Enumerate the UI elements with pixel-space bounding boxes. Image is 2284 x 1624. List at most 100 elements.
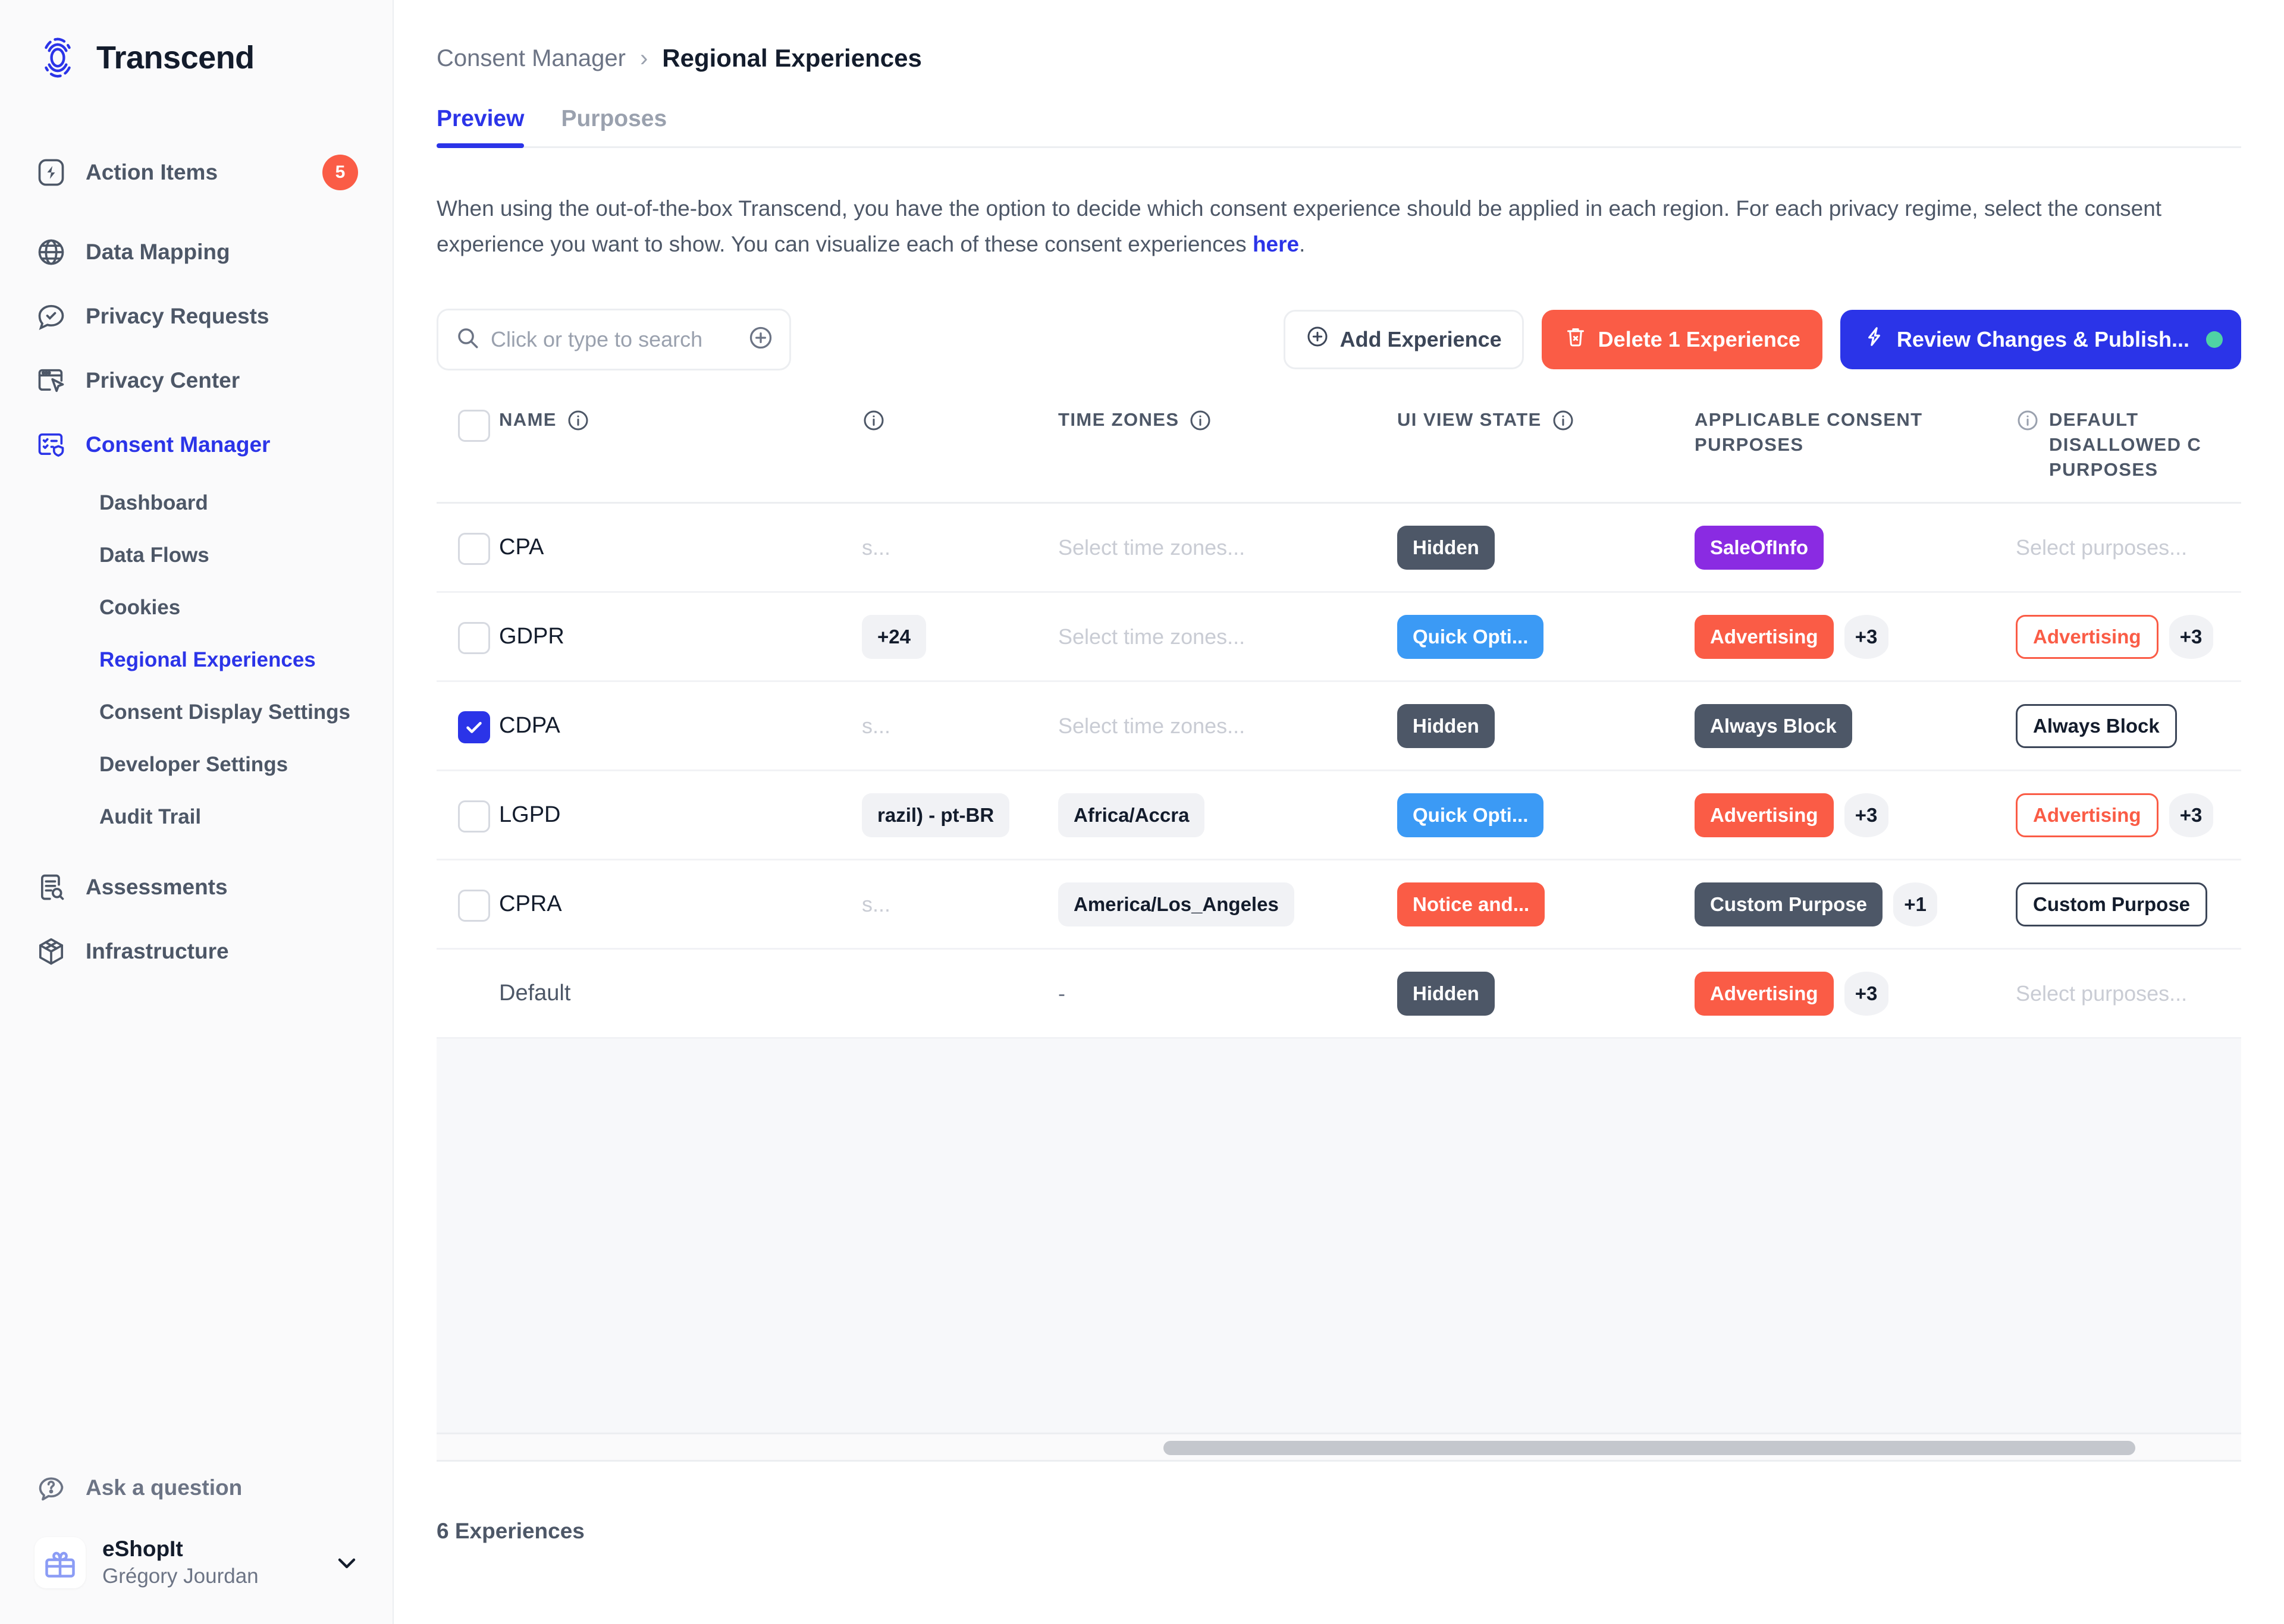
- cell-ui-view-state[interactable]: Hidden: [1397, 526, 1695, 570]
- sidebar-item-assessments[interactable]: Assessments: [0, 855, 393, 919]
- column-header-label: NAME: [499, 407, 557, 432]
- cell-default-disallowed-purposes[interactable]: Advertising +3: [2016, 793, 2241, 837]
- cell-ui-view-state[interactable]: Quick Opti...: [1397, 793, 1695, 837]
- cell-time-zones[interactable]: America/Los_Angeles: [1058, 882, 1397, 926]
- cell-name: GDPR: [499, 624, 862, 649]
- cell-name: LGPD: [499, 802, 862, 828]
- cell-applicable-consent-purposes[interactable]: Always Block: [1695, 704, 2016, 748]
- table-row[interactable]: CPA s... Select time zones... Hidden Sal…: [437, 504, 2241, 593]
- tab-preview[interactable]: Preview: [437, 106, 524, 146]
- cell-time-zones[interactable]: Africa/Accra: [1058, 793, 1397, 837]
- disallowed-purpose-chip: Advertising: [2016, 615, 2158, 659]
- sidebar-item-label: Data Mapping: [86, 240, 230, 265]
- table-row[interactable]: Default - Hidden Advertising +3 Select p…: [437, 950, 2241, 1039]
- cell-applicable-consent-purposes[interactable]: Custom Purpose +1: [1695, 882, 2016, 926]
- cell-ui-view-state[interactable]: Hidden: [1397, 704, 1695, 748]
- sidebar-subitem-label: Data Flows: [99, 544, 209, 567]
- chevron-down-icon[interactable]: [331, 1547, 363, 1579]
- sidebar-item-consent-display-settings[interactable]: Consent Display Settings: [0, 686, 393, 739]
- info-icon[interactable]: [1188, 409, 1212, 432]
- sidebar-spacer: [0, 984, 393, 1457]
- table-row[interactable]: GDPR +24 Select time zones... Quick Opti…: [437, 593, 2241, 682]
- cell-languages[interactable]: s...: [862, 714, 1058, 739]
- cell-languages[interactable]: s...: [862, 535, 1058, 560]
- cell-applicable-consent-purposes[interactable]: Advertising +3: [1695, 972, 2016, 1016]
- cell-default-disallowed-purposes[interactable]: Select purposes...: [2016, 535, 2241, 560]
- cell-time-zones[interactable]: Select time zones...: [1058, 624, 1397, 649]
- table-horizontal-scrollbar[interactable]: [437, 1434, 2241, 1462]
- cell-languages[interactable]: s...: [862, 892, 1058, 917]
- table-row[interactable]: LGPD razil) - pt-BR Africa/Accra Quick O…: [437, 771, 2241, 860]
- cell-languages[interactable]: +24: [862, 615, 1058, 659]
- cell-default-disallowed-purposes[interactable]: Custom Purpose: [2016, 882, 2241, 926]
- delete-experience-button[interactable]: Delete 1 Experience: [1542, 310, 1822, 369]
- sidebar-item-cookies[interactable]: Cookies: [0, 582, 393, 634]
- scrollbar-thumb[interactable]: [1163, 1441, 2135, 1455]
- row-select-cell: [437, 887, 499, 922]
- disallowed-overflow-chip: +3: [2169, 793, 2213, 837]
- review-changes-publish-button[interactable]: Review Changes & Publish...: [1840, 310, 2241, 369]
- cell-time-zones[interactable]: Select time zones...: [1058, 535, 1397, 560]
- cell-applicable-consent-purposes[interactable]: Advertising +3: [1695, 793, 2016, 837]
- sidebar-item-audit-trail[interactable]: Audit Trail: [0, 791, 393, 843]
- sidebar-item-data-mapping[interactable]: Data Mapping: [0, 220, 393, 284]
- row-checkbox[interactable]: [458, 622, 490, 654]
- cell-ui-view-state[interactable]: Hidden: [1397, 972, 1695, 1016]
- sidebar-item-consent-manager[interactable]: Consent Manager: [0, 413, 393, 477]
- sidebar-item-dashboard[interactable]: Dashboard: [0, 477, 393, 529]
- table-row[interactable]: CPRA s... America/Los_Angeles Notice and…: [437, 860, 2241, 950]
- add-experience-button[interactable]: Add Experience: [1284, 310, 1524, 369]
- table-toolbar: Click or type to search Add Experie: [437, 309, 2241, 370]
- cube-icon: [34, 935, 68, 968]
- row-checkbox[interactable]: [458, 711, 490, 743]
- sidebar-item-regional-experiences[interactable]: Regional Experiences: [0, 634, 393, 686]
- cell-name: CPA: [499, 535, 862, 560]
- cell-default-disallowed-purposes[interactable]: Advertising +3: [2016, 615, 2241, 659]
- cell-applicable-consent-purposes[interactable]: Advertising +3: [1695, 615, 2016, 659]
- purpose-chip: Advertising: [1695, 972, 1834, 1016]
- page-description: When using the out-of-the-box Transcend,…: [437, 191, 2215, 262]
- sidebar-subitem-label: Dashboard: [99, 491, 208, 515]
- brand[interactable]: Transcend: [0, 0, 393, 81]
- select-all-checkbox[interactable]: [458, 410, 490, 442]
- cell-ui-view-state[interactable]: Notice and...: [1397, 882, 1695, 926]
- cell-default-disallowed-purposes[interactable]: Always Block: [2016, 704, 2241, 748]
- row-checkbox[interactable]: [458, 533, 490, 565]
- cell-default-disallowed-purposes[interactable]: Select purposes...: [2016, 981, 2241, 1006]
- sidebar-item-privacy-center[interactable]: Privacy Center: [0, 348, 393, 413]
- info-icon[interactable]: [2016, 409, 2040, 432]
- search-placeholder: Click or type to search: [491, 327, 737, 352]
- cell-time-zones[interactable]: Select time zones...: [1058, 714, 1397, 739]
- sidebar-item-action-items[interactable]: Action Items 5: [0, 140, 393, 205]
- cell-applicable-consent-purposes[interactable]: SaleOfInfo: [1695, 526, 2016, 570]
- sidebar-item-data-flows[interactable]: Data Flows: [0, 529, 393, 582]
- breadcrumb-parent[interactable]: Consent Manager: [437, 45, 626, 72]
- purposes-placeholder: Select purposes...: [2016, 535, 2187, 560]
- info-icon[interactable]: [566, 409, 590, 432]
- org-switcher[interactable]: eShopIt Grégory Jourdan: [0, 1519, 393, 1624]
- page-title: Regional Experiences: [662, 44, 922, 73]
- info-icon[interactable]: [1551, 409, 1575, 432]
- visualize-here-link[interactable]: here: [1253, 232, 1299, 256]
- info-icon[interactable]: [862, 409, 886, 432]
- sidebar-item-privacy-requests[interactable]: Privacy Requests: [0, 284, 393, 348]
- cell-languages[interactable]: razil) - pt-BR: [862, 793, 1058, 837]
- plus-circle-icon[interactable]: [748, 325, 774, 354]
- ui-view-state-chip: Notice and...: [1397, 882, 1545, 926]
- org-name: eShopIt: [102, 1537, 259, 1562]
- ask-a-question-button[interactable]: Ask a question: [0, 1457, 393, 1519]
- sidebar-item-developer-settings[interactable]: Developer Settings: [0, 739, 393, 791]
- row-checkbox[interactable]: [458, 800, 490, 833]
- column-header-applicable-consent-purposes: APPLICABLE CONSENT PURPOSES: [1695, 407, 2016, 457]
- gift-icon: [34, 1537, 86, 1588]
- table-row[interactable]: CDPA s... Select time zones... Hidden Al…: [437, 682, 2241, 771]
- column-header-ui-view-state: UI VIEW STATE: [1397, 407, 1695, 432]
- sidebar-item-infrastructure[interactable]: Infrastructure: [0, 919, 393, 984]
- tab-purposes[interactable]: Purposes: [561, 106, 667, 146]
- time-zones-empty-dash: -: [1058, 981, 1065, 1006]
- purpose-chip: Advertising: [1695, 793, 1834, 837]
- cell-ui-view-state[interactable]: Quick Opti...: [1397, 615, 1695, 659]
- search-input[interactable]: Click or type to search: [437, 309, 791, 370]
- ui-view-state-chip: Quick Opti...: [1397, 615, 1543, 659]
- row-checkbox[interactable]: [458, 890, 490, 922]
